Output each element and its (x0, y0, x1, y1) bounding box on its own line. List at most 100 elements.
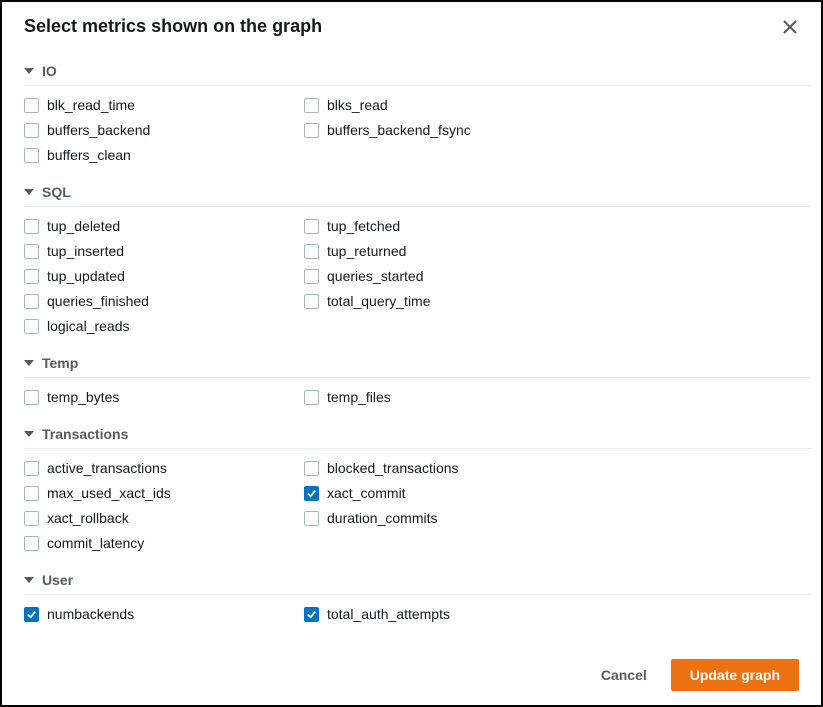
metric-duration-commits: duration_commits (304, 507, 584, 529)
metric-label: buffers_backend_fsync (327, 122, 471, 138)
metric-blks-read: blks_read (304, 94, 584, 116)
metric-tup-returned: tup_returned (304, 240, 584, 262)
metric-label: max_used_xact_ids (47, 485, 171, 501)
caret-down-icon (24, 68, 34, 74)
caret-down-icon (24, 360, 34, 366)
metric-label: active_transactions (47, 460, 167, 476)
metric-tup-updated: tup_updated (24, 265, 304, 287)
metric-tup-deleted: tup_deleted (24, 215, 304, 237)
metric-queries-finished: queries_finished (24, 290, 304, 312)
checkbox-xact-commit[interactable] (304, 486, 319, 501)
metric-label: tup_deleted (47, 218, 120, 234)
caret-down-icon (24, 189, 34, 195)
section-title: IO (42, 63, 57, 79)
checkbox-temp-bytes[interactable] (24, 390, 39, 405)
dialog-header: Select metrics shown on the graph (2, 2, 821, 51)
dialog-title: Select metrics shown on the graph (24, 16, 322, 37)
section-header-user[interactable]: User (24, 560, 811, 595)
metric-buffers-backend: buffers_backend (24, 119, 304, 141)
checkbox-active-transactions[interactable] (24, 461, 39, 476)
metric-tup-fetched: tup_fetched (304, 215, 584, 237)
update-graph-button[interactable]: Update graph (671, 659, 799, 691)
metric-max-used-xact-ids: max_used_xact_ids (24, 482, 304, 504)
metric-label: buffers_backend (47, 122, 150, 138)
metric-label: buffers_clean (47, 147, 131, 163)
checkbox-total-auth-attempts[interactable] (304, 607, 319, 622)
section-title: Transactions (42, 426, 128, 442)
section-title: SQL (42, 184, 71, 200)
section-header-temp[interactable]: Temp (24, 343, 811, 378)
dialog: Select metrics shown on the graph IO blk_… (0, 0, 823, 707)
checkbox-logical-reads[interactable] (24, 319, 39, 334)
metric-xact-rollback: xact_rollback (24, 507, 304, 529)
section-header-sql[interactable]: SQL (24, 172, 811, 207)
metric-label: xact_commit (327, 485, 406, 501)
metric-buffers-clean: buffers_clean (24, 144, 304, 166)
metric-label: duration_commits (327, 510, 438, 526)
metric-label: queries_finished (47, 293, 149, 309)
checkbox-total-query-time[interactable] (304, 294, 319, 309)
metric-label: tup_updated (47, 268, 125, 284)
checkbox-buffers-backend[interactable] (24, 123, 39, 138)
dialog-body[interactable]: IOblk_read_timeblks_readbuffers_backendb… (2, 51, 821, 645)
metric-buffers-backend-fsync: buffers_backend_fsync (304, 119, 584, 141)
metric-label: logical_reads (47, 318, 130, 334)
checkbox-buffers-clean[interactable] (24, 148, 39, 163)
metric-label: blk_read_time (47, 97, 135, 113)
metric-label: tup_returned (327, 243, 406, 259)
metric-temp-files: temp_files (304, 386, 584, 408)
metric-label: blocked_transactions (327, 460, 459, 476)
metric-total-auth-attempts: total_auth_attempts (304, 603, 584, 625)
checkbox-buffers-backend-fsync[interactable] (304, 123, 319, 138)
metric-tup-inserted: tup_inserted (24, 240, 304, 262)
metric-temp-bytes: temp_bytes (24, 386, 304, 408)
checkbox-blks-read[interactable] (304, 98, 319, 113)
metric-blocked-transactions: blocked_transactions (304, 457, 584, 479)
checkbox-xact-rollback[interactable] (24, 511, 39, 526)
dialog-body-wrap: IOblk_read_timeblks_readbuffers_backendb… (2, 51, 821, 645)
cancel-button[interactable]: Cancel (591, 661, 657, 689)
close-icon[interactable] (781, 18, 799, 36)
metrics-grid: temp_bytes temp_files (24, 378, 811, 414)
metric-logical-reads: logical_reads (24, 315, 304, 337)
checkbox-tup-updated[interactable] (24, 269, 39, 284)
metric-label: queries_started (327, 268, 424, 284)
metric-label: total_auth_attempts (327, 606, 450, 622)
metric-queries-started: queries_started (304, 265, 584, 287)
caret-down-icon (24, 431, 34, 437)
metric-label: tup_fetched (327, 218, 400, 234)
metric-label: numbackends (47, 606, 134, 622)
checkbox-tup-fetched[interactable] (304, 219, 319, 234)
checkbox-tup-returned[interactable] (304, 244, 319, 259)
metric-commit-latency: commit_latency (24, 532, 304, 554)
checkbox-queries-finished[interactable] (24, 294, 39, 309)
checkbox-temp-files[interactable] (304, 390, 319, 405)
metrics-grid: numbackends total_auth_attempts (24, 595, 811, 631)
checkbox-blocked-transactions[interactable] (304, 461, 319, 476)
checkbox-commit-latency[interactable] (24, 536, 39, 551)
checkbox-blk-read-time[interactable] (24, 98, 39, 113)
metric-label: xact_rollback (47, 510, 129, 526)
section-header-transactions[interactable]: Transactions (24, 414, 811, 449)
checkbox-max-used-xact-ids[interactable] (24, 486, 39, 501)
checkbox-numbackends[interactable] (24, 607, 39, 622)
section-title: WAL (42, 643, 73, 645)
checkbox-tup-inserted[interactable] (24, 244, 39, 259)
section-header-wal[interactable]: WAL (24, 631, 811, 645)
dialog-footer: Cancel Update graph (2, 645, 821, 705)
metrics-grid: tup_deleted tup_fetched tup_inserted tup_re… (24, 207, 811, 343)
metrics-grid: blk_read_timeblks_readbuffers_backendbuf… (24, 86, 811, 172)
metric-blk-read-time: blk_read_time (24, 94, 304, 116)
metric-label: commit_latency (47, 535, 144, 551)
metrics-grid: active_transactions blocked_transactionsm… (24, 449, 811, 560)
section-header-io[interactable]: IO (24, 51, 811, 86)
checkbox-queries-started[interactable] (304, 269, 319, 284)
metric-label: total_query_time (327, 293, 431, 309)
section-title: Temp (42, 355, 78, 371)
metric-numbackends: numbackends (24, 603, 304, 625)
checkbox-tup-deleted[interactable] (24, 219, 39, 234)
metric-active-transactions: active_transactions (24, 457, 304, 479)
checkbox-duration-commits[interactable] (304, 511, 319, 526)
metric-label: temp_bytes (47, 389, 119, 405)
metric-xact-commit: xact_commit (304, 482, 584, 504)
